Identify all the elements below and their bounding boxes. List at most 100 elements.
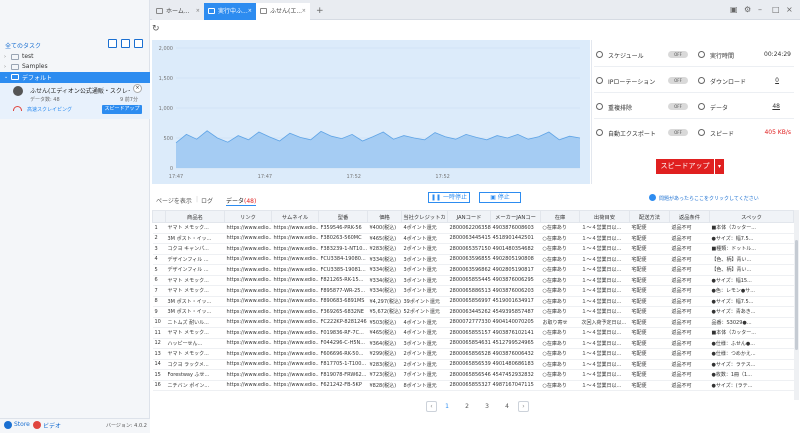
table-cell: 2800065357150 <box>447 243 491 255</box>
auto-export-toggle[interactable]: OFF <box>668 129 688 136</box>
table-cell: 3ポイント還元 <box>401 264 448 276</box>
table-cell: 返品不可 <box>669 254 710 265</box>
chevron-down-icon[interactable]: ▾ <box>715 159 724 174</box>
task-title[interactable]: ふせん(エディオン公式通販・スクレイピング <box>30 86 130 95</box>
new-folder-icon[interactable] <box>134 39 143 48</box>
tab-running[interactable]: 実行中ふ... × <box>204 3 256 20</box>
help-link[interactable]: 問題があったらここをクリックしてください <box>659 195 759 202</box>
column-header[interactable]: 返品条件 <box>669 210 710 223</box>
video-icon[interactable] <box>33 421 41 429</box>
task-speedup-button[interactable]: スピードアップ <box>102 105 142 114</box>
maximize-icon[interactable]: □ <box>772 5 780 14</box>
table-row[interactable]: 10 ニトムズ 耐いル... https://www.edio... https://… <box>152 317 794 328</box>
import-icon[interactable] <box>121 39 130 48</box>
table-cell: 返品不可 <box>669 327 710 339</box>
page-1[interactable]: 1 <box>440 403 454 410</box>
data-tab[interactable]: データ(48) <box>226 196 257 206</box>
store-icon[interactable] <box>4 421 12 429</box>
table-cell: F819078-FRW62... <box>318 369 368 381</box>
separator: | <box>196 196 199 203</box>
auto-export-label: 自動エクスポート <box>608 131 656 138</box>
pause-button[interactable]: ❚❚ 一時停止 <box>428 192 470 203</box>
table-cell: ¥283(税込) <box>367 243 402 255</box>
table-row[interactable]: 13 ヤマト メモック... https://www.edio... https://… <box>152 348 794 360</box>
ip-rotation-toggle[interactable]: OFF <box>668 77 688 84</box>
tree-item-label: Samples <box>22 63 48 70</box>
clock-icon <box>698 51 705 58</box>
column-header[interactable]: 当社クレジットカ <box>401 210 448 223</box>
column-header[interactable]: JANコード <box>447 210 491 223</box>
column-header[interactable] <box>152 210 166 223</box>
table-cell: ○在庫あり <box>540 243 580 255</box>
table-row[interactable]: 8 3M ポスト・イッ... https://www.edio... https://… <box>152 296 794 307</box>
table-cell: 4547452932832 <box>490 369 541 381</box>
minimize-icon[interactable]: – <box>758 5 762 14</box>
download-value[interactable]: 0 <box>739 77 779 84</box>
schedule-toggle[interactable]: OFF <box>668 51 688 58</box>
table-row[interactable]: 9 3M ポスト・イッ... https://www.edio... https://… <box>152 306 794 318</box>
column-header[interactable]: メーカーJANコー <box>490 210 541 223</box>
tab-task-editor[interactable]: ふせん(エ... × <box>256 3 310 20</box>
close-icon[interactable]: × <box>196 3 200 20</box>
table-cell: ¥828(税込) <box>367 380 402 391</box>
column-header[interactable]: 型番 <box>318 210 368 223</box>
column-header[interactable]: 在庫 <box>540 210 580 223</box>
table-row[interactable]: 6 ヤマト メモック... https://www.edio... https://w… <box>152 275 794 286</box>
add-tab-icon[interactable]: + <box>316 6 324 16</box>
vertical-scrollbar[interactable] <box>794 210 799 400</box>
table-cell: https://www.edio... <box>224 275 272 286</box>
new-task-icon[interactable] <box>108 39 117 48</box>
page-4[interactable]: 4 <box>500 403 514 410</box>
tab-home[interactable]: ホーム... × <box>152 3 204 20</box>
next-page-button[interactable]: › <box>518 401 529 412</box>
store-link[interactable]: Store <box>14 421 30 428</box>
tree-item-default[interactable]: ⌄ デフォルト <box>0 72 150 83</box>
column-header[interactable]: サムネイル <box>271 210 319 223</box>
prev-page-button[interactable]: ‹ <box>426 401 437 412</box>
table-row[interactable]: 7 ヤマト メモック... https://www.edio... https://w… <box>152 285 794 297</box>
all-tasks-label[interactable]: 全てのタスク <box>5 41 41 50</box>
column-header[interactable]: リンク <box>224 210 272 223</box>
data-value[interactable]: 48 <box>740 103 780 110</box>
close-icon[interactable]: × <box>133 84 142 93</box>
table-row[interactable]: 4 デザインフィル ... https://www.edio... https://w… <box>152 254 794 265</box>
question-icon[interactable] <box>649 194 656 201</box>
table-cell: F606696-RK-50... <box>318 348 368 360</box>
stop-button[interactable]: ▣ 停止 <box>479 192 521 203</box>
table-body: 1 ヤマト メモック... https://www.edio... https://w… <box>152 222 794 391</box>
close-icon[interactable]: × <box>302 3 306 20</box>
settings-icon[interactable]: ⚙ <box>744 5 751 14</box>
page-3[interactable]: 3 <box>480 403 494 410</box>
video-link[interactable]: ビデオ <box>43 421 61 430</box>
table-cell: F380263-560MC <box>318 233 368 244</box>
table-cell: １～４営業日以... <box>579 285 630 297</box>
log-tab[interactable]: ログ <box>201 196 213 205</box>
table-row[interactable]: 3 コクヨ キャンパ... https://www.edio... https://w… <box>152 243 794 255</box>
table-row[interactable]: 11 ヤマト メモック... https://www.edio... https://… <box>152 327 794 339</box>
show-page-link[interactable]: ページを表示 <box>156 196 192 205</box>
table-row[interactable]: 1 ヤマト メモック... https://www.edio... https://w… <box>152 222 794 234</box>
dedupe-toggle[interactable]: OFF <box>668 103 688 110</box>
speedup-button[interactable]: スピードアップ <box>656 159 714 174</box>
table-row[interactable]: 15 Forestway ふせ... https://www.edio... http… <box>152 369 794 381</box>
column-header[interactable]: 出荷目安 <box>579 210 630 223</box>
column-header[interactable]: 価格 <box>367 210 402 223</box>
column-header[interactable]: 配送方法 <box>629 210 670 223</box>
table-row[interactable]: 2 3M ポスト・イッ... https://www.edio... https://… <box>152 233 794 244</box>
column-header[interactable]: スペック <box>709 210 794 223</box>
table-cell: 4512799524965 <box>490 338 541 349</box>
folder-icon <box>11 54 19 60</box>
refresh-icon[interactable]: ↻ <box>152 24 160 34</box>
ip-icon <box>596 77 603 84</box>
table-row[interactable]: 16 ニチバン ポイン... https://www.edio... https://… <box>152 380 794 391</box>
column-header[interactable]: 商品名 <box>165 210 225 223</box>
table-cell: 2800065856528 <box>447 348 491 360</box>
table-row[interactable]: 5 デザインフィル ... https://www.edio... https://w… <box>152 264 794 276</box>
table-row[interactable]: 12 ハッピーせん... https://www.edio... https://ww… <box>152 338 794 349</box>
close-window-icon[interactable]: × <box>786 5 793 14</box>
menu-icon[interactable]: ▣ <box>730 5 738 14</box>
table-row[interactable]: 14 コクヨ ラックメ... https://www.edio... https://… <box>152 359 794 370</box>
page-2[interactable]: 2 <box>460 403 474 410</box>
close-icon[interactable]: × <box>248 3 252 20</box>
table-cell: https://www.edio... <box>224 254 272 265</box>
